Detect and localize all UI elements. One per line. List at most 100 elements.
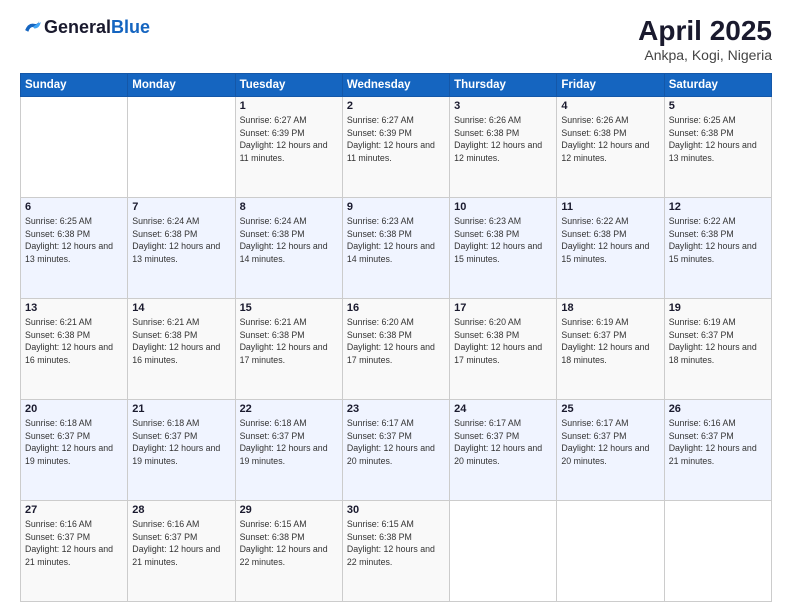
calendar-day-cell: 27 Sunrise: 6:16 AM Sunset: 6:37 PM Dayli…: [21, 500, 128, 601]
calendar-day-cell: 19Sunrise: 6:19 AM Sunset: 6:37 PM Dayli…: [664, 298, 771, 399]
calendar-day-cell: 2 Sunrise: 6:27 AM Sunset: 6:39 PM Daylig…: [342, 96, 449, 197]
calendar-day-cell: [128, 96, 235, 197]
calendar-day-cell: 12Sunrise: 6:22 AM Sunset: 6:38 PM Dayli…: [664, 197, 771, 298]
calendar-day-cell: 15 Sunrise: 6:21 AM Sunset: 6:38 PM Dayli…: [235, 298, 342, 399]
day-number: 27: [25, 504, 123, 516]
day-number: 7: [132, 201, 230, 213]
day-of-week-header: Friday: [557, 73, 664, 96]
calendar-day-cell: 13Sunrise: 6:21 AM Sunset: 6:38 PM Dayli…: [21, 298, 128, 399]
day-info: Sunrise: 6:23 AM Sunset: 6:38 PM Dayligh…: [347, 215, 445, 266]
day-number: 6: [25, 201, 123, 213]
calendar-day-cell: 1 Sunrise: 6:27 AM Sunset: 6:39 PM Daylig…: [235, 96, 342, 197]
day-info: Sunrise: 6:25 AM Sunset: 6:38 PM Dayligh…: [25, 215, 123, 266]
day-of-week-header: Thursday: [450, 73, 557, 96]
day-number: 8: [240, 201, 338, 213]
calendar-week-row: 13Sunrise: 6:21 AM Sunset: 6:38 PM Dayli…: [21, 298, 772, 399]
day-of-week-header: Monday: [128, 73, 235, 96]
day-of-week-header: Tuesday: [235, 73, 342, 96]
day-info: Sunrise: 6:26 AM Sunset: 6:38 PM Dayligh…: [561, 114, 659, 165]
calendar-day-cell: 10Sunrise: 6:23 AM Sunset: 6:38 PM Dayli…: [450, 197, 557, 298]
day-of-week-header: Sunday: [21, 73, 128, 96]
calendar-day-cell: [450, 500, 557, 601]
day-number: 11: [561, 201, 659, 213]
day-info: Sunrise: 6:24 AM Sunset: 6:38 PM Dayligh…: [132, 215, 230, 266]
calendar-day-cell: 3Sunrise: 6:26 AM Sunset: 6:38 PM Daylig…: [450, 96, 557, 197]
day-number: 4: [561, 100, 659, 112]
logo-general: General: [44, 18, 111, 36]
calendar-header-row: SundayMondayTuesdayWednesdayThursdayFrid…: [21, 73, 772, 96]
day-info: Sunrise: 6:16 AM Sunset: 6:37 PM Dayligh…: [25, 518, 123, 569]
day-number: 29: [240, 504, 338, 516]
header: GeneralBlue April 2025 Ankpa, Kogi, Nige…: [20, 16, 772, 63]
calendar-day-cell: 23 Sunrise: 6:17 AM Sunset: 6:37 PM Dayli…: [342, 399, 449, 500]
day-info: Sunrise: 6:16 AM Sunset: 6:37 PM Dayligh…: [669, 417, 767, 468]
day-number: 21: [132, 403, 230, 415]
day-info: Sunrise: 6:23 AM Sunset: 6:38 PM Dayligh…: [454, 215, 552, 266]
calendar-day-cell: 7 Sunrise: 6:24 AM Sunset: 6:38 PM Daylig…: [128, 197, 235, 298]
day-number: 20: [25, 403, 123, 415]
day-number: 28: [132, 504, 230, 516]
calendar-day-cell: 20Sunrise: 6:18 AM Sunset: 6:37 PM Dayli…: [21, 399, 128, 500]
day-number: 26: [669, 403, 767, 415]
day-info: Sunrise: 6:21 AM Sunset: 6:38 PM Dayligh…: [240, 316, 338, 367]
calendar-day-cell: 18 Sunrise: 6:19 AM Sunset: 6:37 PM Dayli…: [557, 298, 664, 399]
day-info: Sunrise: 6:19 AM Sunset: 6:37 PM Dayligh…: [561, 316, 659, 367]
calendar-day-cell: 30 Sunrise: 6:15 AM Sunset: 6:38 PM Dayli…: [342, 500, 449, 601]
day-number: 14: [132, 302, 230, 314]
day-info: Sunrise: 6:20 AM Sunset: 6:38 PM Dayligh…: [347, 316, 445, 367]
day-number: 25: [561, 403, 659, 415]
day-number: 22: [240, 403, 338, 415]
day-number: 2: [347, 100, 445, 112]
calendar-week-row: 1 Sunrise: 6:27 AM Sunset: 6:39 PM Daylig…: [21, 96, 772, 197]
calendar-day-cell: 11 Sunrise: 6:22 AM Sunset: 6:38 PM Dayli…: [557, 197, 664, 298]
calendar-day-cell: 17 Sunrise: 6:20 AM Sunset: 6:38 PM Dayli…: [450, 298, 557, 399]
day-info: Sunrise: 6:17 AM Sunset: 6:37 PM Dayligh…: [347, 417, 445, 468]
day-number: 24: [454, 403, 552, 415]
day-of-week-header: Wednesday: [342, 73, 449, 96]
day-info: Sunrise: 6:20 AM Sunset: 6:38 PM Dayligh…: [454, 316, 552, 367]
calendar-day-cell: 9 Sunrise: 6:23 AM Sunset: 6:38 PM Daylig…: [342, 197, 449, 298]
calendar-day-cell: 25 Sunrise: 6:17 AM Sunset: 6:37 PM Dayli…: [557, 399, 664, 500]
calendar-day-cell: 5 Sunrise: 6:25 AM Sunset: 6:38 PM Daylig…: [664, 96, 771, 197]
calendar-day-cell: 6 Sunrise: 6:25 AM Sunset: 6:38 PM Daylig…: [21, 197, 128, 298]
day-info: Sunrise: 6:17 AM Sunset: 6:37 PM Dayligh…: [561, 417, 659, 468]
day-info: Sunrise: 6:22 AM Sunset: 6:38 PM Dayligh…: [561, 215, 659, 266]
calendar-week-row: 20 Sunrise: 6:18 AM Sunset: 6:37 PM Dayli…: [21, 399, 772, 500]
calendar-week-row: 6 Sunrise: 6:25 AM Sunset: 6:38 PM Daylig…: [21, 197, 772, 298]
day-info: Sunrise: 6:17 AM Sunset: 6:37 PM Dayligh…: [454, 417, 552, 468]
day-number: 18: [561, 302, 659, 314]
day-info: Sunrise: 6:15 AM Sunset: 6:38 PM Dayligh…: [347, 518, 445, 569]
calendar-day-cell: 4 Sunrise: 6:26 AM Sunset: 6:38 PM Daylig…: [557, 96, 664, 197]
logo-blue: Blue: [111, 18, 150, 36]
calendar-day-cell: 8 Sunrise: 6:24 AM Sunset: 6:38 PM Daylig…: [235, 197, 342, 298]
day-number: 15: [240, 302, 338, 314]
calendar-subtitle: Ankpa, Kogi, Nigeria: [638, 47, 772, 63]
day-info: Sunrise: 6:27 AM Sunset: 6:39 PM Dayligh…: [347, 114, 445, 165]
calendar-day-cell: 28 Sunrise: 6:16 AM Sunset: 6:37 PM Dayli…: [128, 500, 235, 601]
calendar-title: April 2025: [638, 16, 772, 47]
calendar-day-cell: 24 Sunrise: 6:17 AM Sunset: 6:37 PM Dayli…: [450, 399, 557, 500]
calendar-day-cell: [664, 500, 771, 601]
day-number: 30: [347, 504, 445, 516]
day-info: Sunrise: 6:22 AM Sunset: 6:38 PM Dayligh…: [669, 215, 767, 266]
day-number: 23: [347, 403, 445, 415]
day-number: 5: [669, 100, 767, 112]
calendar-week-row: 27 Sunrise: 6:16 AM Sunset: 6:37 PM Dayli…: [21, 500, 772, 601]
calendar-day-cell: 14Sunrise: 6:21 AM Sunset: 6:38 PM Dayli…: [128, 298, 235, 399]
bird-icon: [22, 16, 44, 38]
day-info: Sunrise: 6:16 AM Sunset: 6:37 PM Dayligh…: [132, 518, 230, 569]
calendar-day-cell: [557, 500, 664, 601]
day-info: Sunrise: 6:18 AM Sunset: 6:37 PM Dayligh…: [240, 417, 338, 468]
day-info: Sunrise: 6:27 AM Sunset: 6:39 PM Dayligh…: [240, 114, 338, 165]
calendar-table: SundayMondayTuesdayWednesdayThursdayFrid…: [20, 73, 772, 602]
day-info: Sunrise: 6:24 AM Sunset: 6:38 PM Dayligh…: [240, 215, 338, 266]
day-number: 17: [454, 302, 552, 314]
day-number: 9: [347, 201, 445, 213]
day-of-week-header: Saturday: [664, 73, 771, 96]
calendar-day-cell: 16 Sunrise: 6:20 AM Sunset: 6:38 PM Dayli…: [342, 298, 449, 399]
day-number: 1: [240, 100, 338, 112]
day-number: 19: [669, 302, 767, 314]
day-info: Sunrise: 6:25 AM Sunset: 6:38 PM Dayligh…: [669, 114, 767, 165]
calendar-day-cell: 29Sunrise: 6:15 AM Sunset: 6:38 PM Dayli…: [235, 500, 342, 601]
day-number: 16: [347, 302, 445, 314]
